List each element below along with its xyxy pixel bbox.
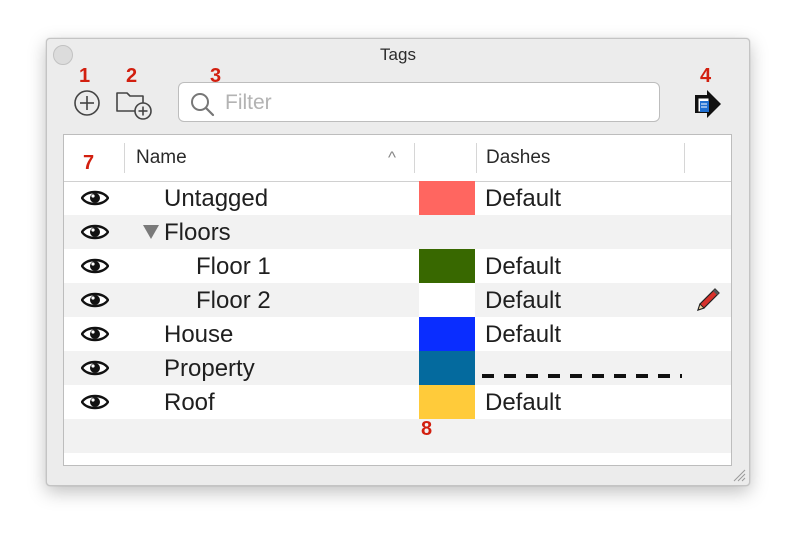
eye-icon[interactable] bbox=[80, 358, 110, 383]
table-row[interactable]: House Default bbox=[64, 317, 731, 351]
annotation-1: 1 bbox=[79, 65, 91, 87]
tag-name: Property bbox=[164, 355, 255, 382]
eye-icon[interactable] bbox=[80, 290, 110, 315]
color-swatch[interactable] bbox=[419, 385, 475, 419]
empty-row bbox=[64, 419, 731, 453]
annotation-4: 4 bbox=[700, 65, 712, 87]
column-divider bbox=[684, 143, 685, 173]
color-swatch[interactable] bbox=[419, 283, 475, 317]
dashes-value[interactable]: Default bbox=[485, 287, 561, 315]
dashes-value[interactable]: Default bbox=[485, 253, 561, 281]
table-row[interactable]: Property bbox=[64, 351, 731, 385]
tag-name: Roof bbox=[164, 389, 215, 416]
table-header: Name ^ Dashes bbox=[64, 135, 731, 182]
dashes-value[interactable]: Default bbox=[485, 321, 561, 349]
tag-name: Floor 2 bbox=[196, 287, 271, 314]
add-folder-button[interactable] bbox=[115, 87, 155, 126]
color-swatch[interactable] bbox=[419, 351, 475, 385]
table-row[interactable]: Floor 1 Default bbox=[64, 249, 731, 283]
column-header-dashes[interactable]: Dashes bbox=[486, 135, 550, 181]
table-row[interactable]: Untagged Default bbox=[64, 181, 731, 215]
column-header-name[interactable]: Name bbox=[136, 135, 187, 181]
dashes-value[interactable]: Default bbox=[485, 389, 561, 417]
table-row[interactable]: Roof Default bbox=[64, 385, 731, 419]
color-swatch[interactable] bbox=[419, 317, 475, 351]
tag-name: Untagged bbox=[164, 185, 269, 212]
dashes-value[interactable]: Default bbox=[485, 185, 561, 213]
export-arrow-icon bbox=[695, 90, 721, 118]
eye-icon[interactable] bbox=[80, 256, 110, 281]
folder-plus-icon bbox=[116, 92, 152, 120]
filter-input[interactable] bbox=[223, 89, 647, 117]
tag-name: Floors bbox=[164, 219, 231, 246]
eye-icon[interactable] bbox=[80, 188, 110, 213]
annotation-8: 8 bbox=[421, 418, 433, 440]
dash-pattern[interactable] bbox=[482, 366, 682, 384]
search-icon bbox=[191, 93, 215, 117]
table-row[interactable]: Floor 2 Default bbox=[64, 283, 731, 317]
annotation-7: 7 bbox=[83, 152, 95, 174]
tag-name: Floor 1 bbox=[196, 253, 271, 280]
eye-icon[interactable] bbox=[80, 222, 110, 247]
export-button[interactable] bbox=[693, 89, 723, 124]
eye-icon[interactable] bbox=[80, 392, 110, 417]
column-divider bbox=[414, 143, 415, 173]
table-row[interactable]: Floors bbox=[64, 215, 731, 249]
add-tag-button[interactable] bbox=[73, 89, 101, 122]
circle-plus-icon bbox=[74, 90, 100, 116]
resize-grip-icon[interactable] bbox=[732, 468, 746, 482]
color-swatch[interactable] bbox=[419, 181, 475, 215]
tags-panel: Tags 1 2 3 4 5 6 7 8 bbox=[46, 38, 750, 486]
disclosure-triangle-icon[interactable] bbox=[143, 225, 159, 239]
filter-field[interactable] bbox=[178, 82, 660, 122]
column-divider bbox=[476, 143, 477, 173]
column-divider bbox=[124, 143, 125, 173]
tag-name: House bbox=[164, 321, 234, 348]
pencil-icon[interactable] bbox=[694, 286, 722, 319]
window-title: Tags bbox=[380, 45, 416, 64]
eye-icon[interactable] bbox=[80, 324, 110, 349]
color-swatch[interactable] bbox=[419, 249, 475, 283]
annotation-2: 2 bbox=[126, 65, 138, 87]
sort-chevron-icon[interactable]: ^ bbox=[388, 135, 396, 181]
tags-table: Name ^ Dashes Untagged Default Floors Floor… bbox=[63, 134, 732, 466]
